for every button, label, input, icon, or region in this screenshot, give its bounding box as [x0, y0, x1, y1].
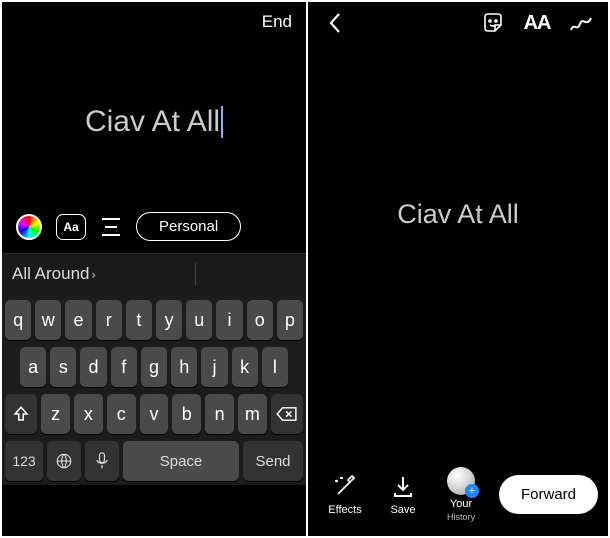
download-icon: [392, 472, 414, 502]
color-picker-icon[interactable]: [16, 214, 42, 240]
story-preview-screen: AA Ciav At All Effects Save + Your Hist: [308, 2, 608, 536]
key-e[interactable]: e: [65, 300, 91, 340]
text-tool-button[interactable]: AA: [524, 10, 550, 36]
keyboard-suggestion-bar[interactable]: All Around›: [2, 253, 306, 294]
forward-button[interactable]: Forward: [499, 475, 598, 514]
key-j[interactable]: j: [201, 347, 227, 387]
key-k[interactable]: k: [232, 347, 258, 387]
preview-text-area: Ciav At All: [308, 44, 608, 384]
shift-key[interactable]: [5, 394, 37, 434]
preview-text: Ciav At All: [397, 199, 519, 230]
key-c[interactable]: c: [107, 394, 136, 434]
key-i[interactable]: i: [216, 300, 242, 340]
key-s[interactable]: s: [50, 347, 76, 387]
backspace-key[interactable]: [271, 394, 303, 434]
key-d[interactable]: d: [80, 347, 106, 387]
key-r[interactable]: r: [96, 300, 122, 340]
top-bar: End: [2, 2, 306, 32]
preview-top-bar: AA: [308, 2, 608, 44]
preview-bottom-bar: Effects Save + Your History Forward: [308, 466, 608, 522]
story-create-screen: End Ciav At All Aa Personal All Around› …: [2, 2, 306, 536]
key-a[interactable]: a: [20, 347, 46, 387]
space-key[interactable]: Space: [123, 441, 239, 481]
font-style-button[interactable]: Aa: [56, 214, 86, 240]
text-input-area[interactable]: Ciav At All: [2, 32, 306, 212]
key-p[interactable]: p: [277, 300, 303, 340]
draw-icon[interactable]: [568, 10, 594, 36]
save-button[interactable]: Save: [376, 472, 430, 516]
mention-pill-button[interactable]: Personal: [136, 212, 241, 241]
key-q[interactable]: q: [5, 300, 31, 340]
key-w[interactable]: w: [35, 300, 61, 340]
key-y[interactable]: y: [156, 300, 182, 340]
send-key[interactable]: Send: [243, 441, 303, 481]
key-t[interactable]: t: [126, 300, 152, 340]
key-o[interactable]: o: [247, 300, 273, 340]
key-x[interactable]: x: [74, 394, 103, 434]
text-tool-row: Aa Personal: [2, 212, 306, 253]
suggestion-word[interactable]: All Around: [12, 264, 90, 284]
text-cursor: [221, 106, 223, 138]
plus-badge-icon: +: [465, 484, 479, 498]
your-story-button[interactable]: + Your History: [434, 466, 488, 522]
globe-key[interactable]: [47, 441, 81, 481]
key-b[interactable]: b: [172, 394, 201, 434]
numeric-key[interactable]: 123: [5, 441, 43, 481]
key-z[interactable]: z: [41, 394, 70, 434]
back-button[interactable]: [322, 10, 348, 36]
avatar-icon: +: [447, 466, 475, 496]
align-center-icon[interactable]: [100, 218, 122, 236]
effects-icon: [332, 472, 358, 502]
story-text: Ciav At All: [85, 105, 220, 139]
keyboard: qwertyuiop asdfghjkl zxcvbnm 123 Space S…: [2, 294, 306, 485]
key-l[interactable]: l: [262, 347, 288, 387]
effects-button[interactable]: Effects: [318, 472, 372, 516]
key-g[interactable]: g: [141, 347, 167, 387]
done-button[interactable]: End: [262, 12, 292, 32]
key-f[interactable]: f: [111, 347, 137, 387]
key-h[interactable]: h: [171, 347, 197, 387]
suggestion-divider: [195, 263, 196, 285]
mic-key[interactable]: [85, 441, 119, 481]
sticker-icon[interactable]: [480, 10, 506, 36]
key-u[interactable]: u: [186, 300, 212, 340]
key-m[interactable]: m: [238, 394, 267, 434]
key-v[interactable]: v: [140, 394, 169, 434]
key-n[interactable]: n: [205, 394, 234, 434]
chevron-right-icon: ›: [92, 267, 96, 282]
